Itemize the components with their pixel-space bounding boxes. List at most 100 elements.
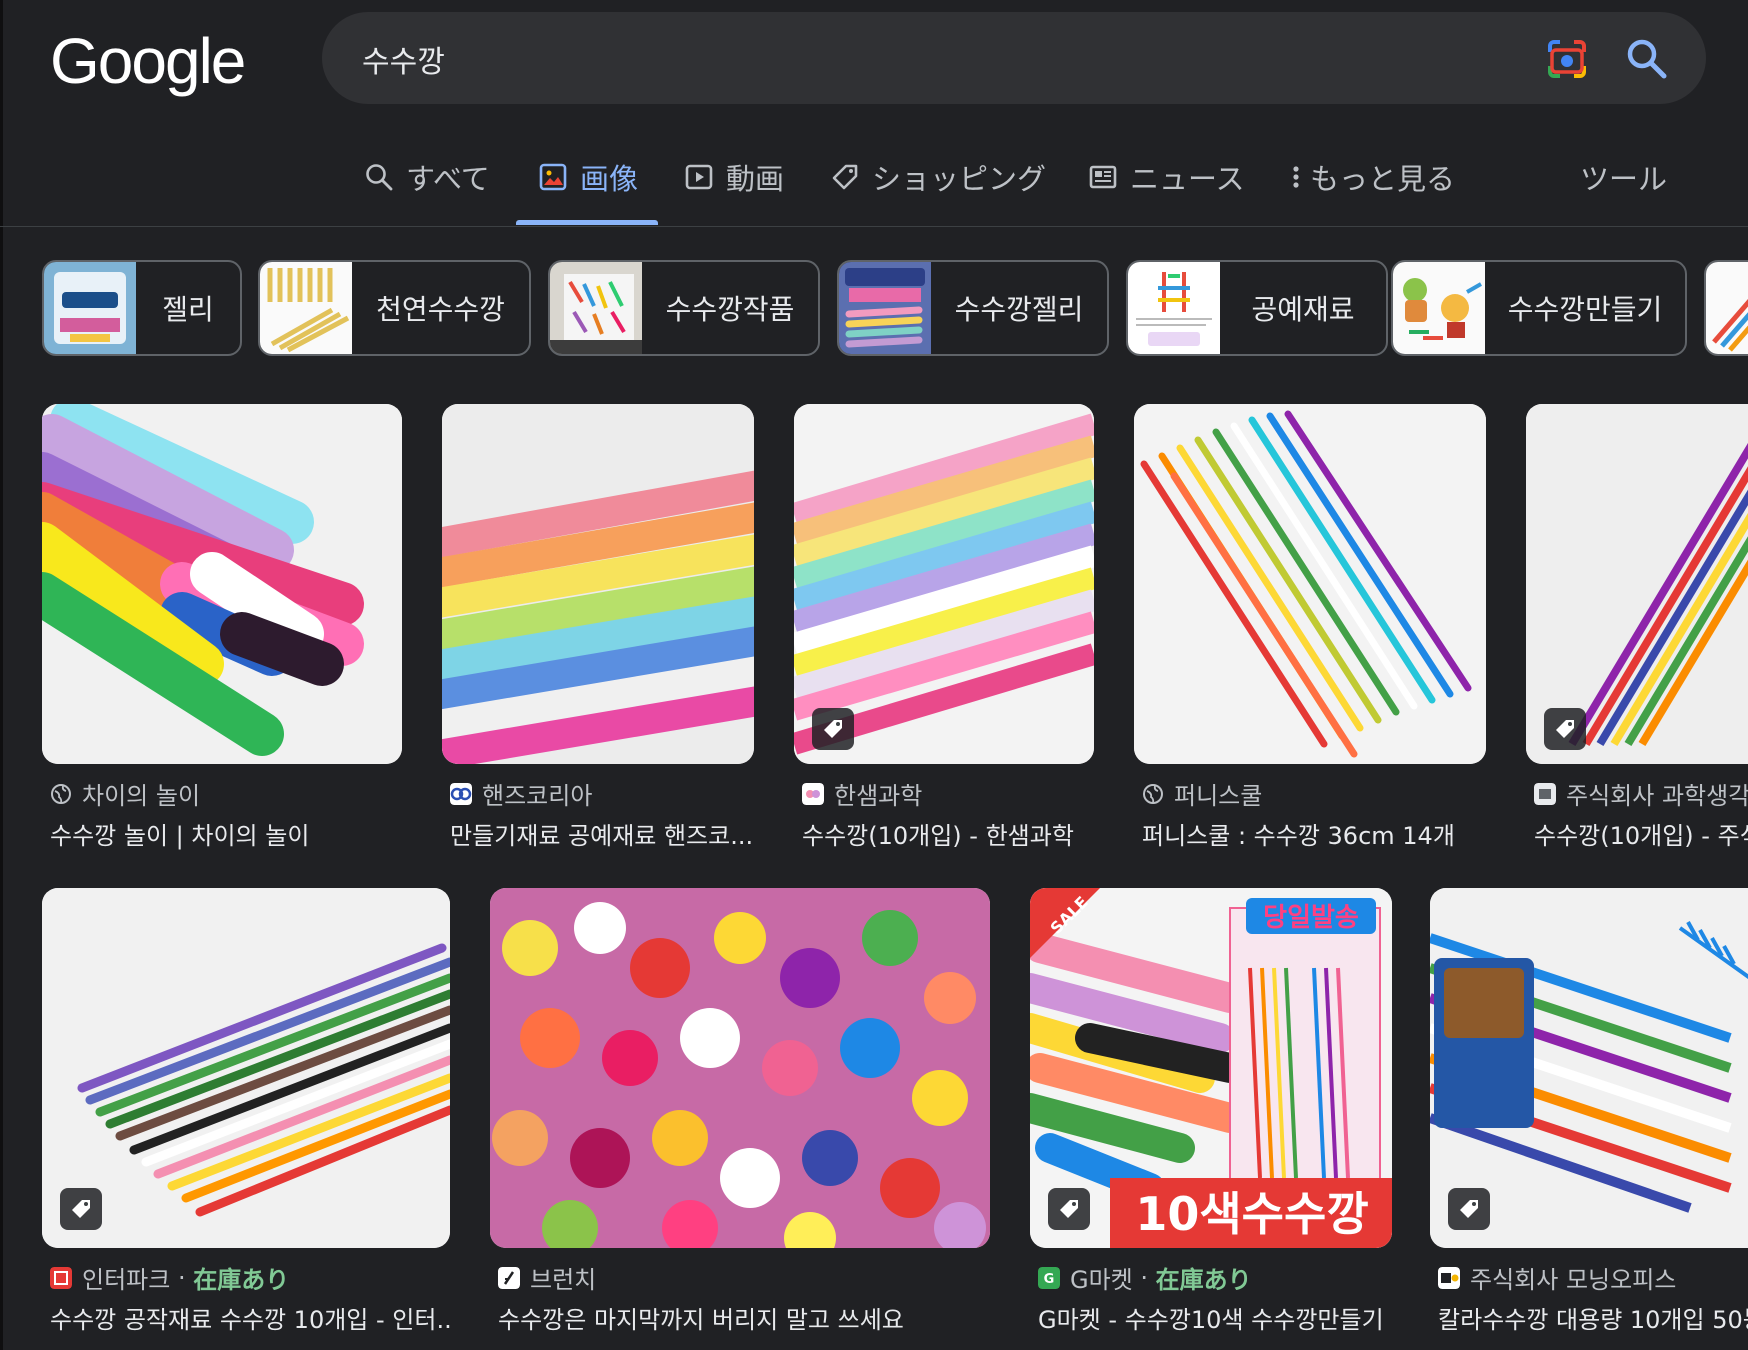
tab-news[interactable]: ニュース — [1088, 152, 1245, 202]
morning-office-icon — [1438, 1266, 1460, 1289]
shopping-tag-icon — [1448, 1188, 1490, 1230]
result-image[interactable] — [1134, 404, 1486, 764]
tab-label: ツール — [1580, 162, 1668, 196]
shopping-tag-icon — [1048, 1188, 1090, 1230]
tab-images[interactable]: 画像 — [538, 152, 638, 202]
result-source[interactable]: 주식회사 과학생각 — [1534, 776, 1748, 811]
globe-icon — [51, 783, 71, 804]
image-result[interactable]: 차이의 놀이 수수깡 놀이 | 차이의 놀이 — [42, 404, 402, 854]
result-source[interactable]: 브런치 — [498, 1260, 596, 1295]
more-vert-icon — [1293, 166, 1299, 188]
result-title[interactable]: 수수깡 놀이 | 차이의 놀이 — [50, 816, 405, 851]
chip-thumbnail — [839, 262, 931, 354]
result-title[interactable]: G마켓 - 수수깡10색 수수깡만들기 — [1038, 1300, 1400, 1335]
result-image[interactable] — [42, 404, 402, 764]
shopping-tag-icon — [812, 708, 854, 750]
result-title[interactable]: 만들기재료 공예재료 핸즈코... — [450, 816, 770, 851]
in-stock-badge: 在庫あり — [193, 1266, 290, 1294]
source-name: 주식회사 모닝오피스 — [1470, 1266, 1677, 1294]
image-result[interactable]: 주식회사 모닝오피스 칼라수수깡 대용량 10개입 50봉 — [1430, 888, 1748, 1338]
store-icon — [1534, 782, 1556, 805]
image-result[interactable]: 핸즈코리아 만들기재료 공예재료 핸즈코... — [442, 404, 754, 854]
result-source[interactable]: 한샘과학 — [802, 776, 922, 811]
result-image[interactable] — [490, 888, 990, 1248]
source-name: 주식회사 과학생각 — [1566, 782, 1748, 810]
result-title[interactable]: 수수깡(10개입) - 주식 — [1534, 816, 1748, 851]
google-lens-icon[interactable] — [1544, 36, 1590, 82]
chip-label: 공예재료 — [1251, 293, 1355, 326]
result-title[interactable]: 칼라수수깡 대용량 10개입 50봉 — [1438, 1300, 1748, 1335]
source-name: 핸즈코리아 — [482, 782, 593, 810]
image-result[interactable]: 당일발송 SALE 10색수수깡 G G마켓 · 在庫あり G마켓 - 수수깡1… — [1030, 888, 1392, 1338]
source-name: 브런치 — [530, 1266, 597, 1294]
chip-thumbnail — [260, 262, 352, 354]
news-icon — [1089, 165, 1117, 189]
chip-natural-susukkang[interactable]: 천연수수깡 — [258, 260, 531, 356]
chip-label: 천연수수깡 — [376, 293, 505, 326]
play-icon — [685, 164, 713, 190]
image-result[interactable]: 주식회사 과학생각 수수깡(10개입) - 주식 — [1526, 404, 1748, 854]
interpark-icon — [50, 1266, 72, 1289]
source-name: 인터파크 — [82, 1266, 171, 1294]
shopping-tag-icon — [1544, 708, 1586, 750]
tab-label: すべて — [406, 162, 490, 196]
search-input[interactable]: 수수깡 — [362, 37, 445, 81]
image-result[interactable]: 브런치 수수깡은 마지막까지 버리지 말고 쓰세요 — [490, 888, 990, 1338]
active-tab-indicator — [516, 220, 658, 225]
brunch-icon — [498, 1266, 520, 1289]
search-bar[interactable]: 수수깡 — [322, 12, 1706, 104]
svg-text:G: G — [1044, 1272, 1055, 1287]
result-source[interactable]: 퍼니스쿨 — [1142, 776, 1262, 811]
tab-label: 画像 — [580, 162, 639, 196]
hansaem-icon — [802, 782, 824, 805]
result-title[interactable]: 퍼니스쿨 : 수수깡 36cm 14개 — [1142, 816, 1492, 851]
tag-icon — [832, 164, 858, 190]
image-result[interactable]: 인터파크 · 在庫あり 수수깡 공작재료 수수깡 10개입 - 인터... — [42, 888, 450, 1338]
chip-thumbnail — [1128, 262, 1220, 354]
source-separator: · — [1132, 1263, 1156, 1292]
chip-thumbnail — [1393, 262, 1485, 354]
search-icon[interactable] — [1624, 36, 1668, 80]
package-heading: 당일발송 — [1263, 903, 1359, 933]
in-stock-badge: 在庫あり — [1155, 1266, 1252, 1294]
result-source[interactable]: 차이의 놀이 — [50, 776, 200, 811]
tab-all[interactable]: すべて — [364, 152, 490, 202]
tab-videos[interactable]: 動画 — [684, 152, 784, 202]
result-source[interactable]: G G마켓 · 在庫あり — [1038, 1260, 1252, 1295]
source-name: 한샘과학 — [834, 782, 923, 810]
chip-thumbnail — [44, 262, 136, 354]
tab-shopping[interactable]: ショッピング — [830, 152, 1046, 202]
result-title[interactable]: 수수깡 공작재료 수수깡 10개입 - 인터... — [50, 1300, 450, 1335]
tools-button[interactable]: ツール — [1580, 152, 1667, 202]
chip-thumbnail — [550, 262, 642, 354]
tab-more[interactable]: もっと見る — [1290, 152, 1455, 202]
result-source[interactable]: 핸즈코리아 — [450, 776, 592, 811]
chip-craft-material[interactable]: 공예재료 — [1126, 260, 1388, 356]
source-name: 퍼니스쿨 — [1174, 782, 1263, 810]
image-result[interactable]: 한샘과학 수수깡(10개입) - 한샘과학 — [794, 404, 1094, 854]
chip-next-partial[interactable] — [1704, 260, 1748, 356]
source-name: 차이의 놀이 — [82, 782, 201, 810]
result-source[interactable]: 주식회사 모닝오피스 — [1438, 1260, 1676, 1295]
chip-label: 젤리 — [162, 293, 214, 326]
result-image[interactable] — [442, 404, 754, 764]
result-title[interactable]: 수수깡은 마지막까지 버리지 말고 쓰세요 — [498, 1300, 998, 1335]
chip-jelly[interactable]: 젤리 — [42, 260, 242, 356]
chip-susukkang-jelly[interactable]: 수수깡젤리 — [837, 260, 1109, 356]
shopping-tag-icon — [60, 1188, 102, 1230]
image-result[interactable]: 퍼니스쿨 퍼니스쿨 : 수수깡 36cm 14개 — [1134, 404, 1486, 854]
tab-label: ショッピング — [872, 162, 1047, 196]
result-title[interactable]: 수수깡(10개입) - 한샘과학 — [802, 816, 1102, 851]
chip-susukkang-making[interactable]: 수수깡만들기 — [1391, 260, 1687, 356]
chip-label: 수수깡작품 — [665, 293, 795, 326]
source-name: G마켓 — [1070, 1266, 1133, 1294]
chip-susukkang-works[interactable]: 수수깡작품 — [548, 260, 820, 356]
result-image[interactable] — [42, 888, 450, 1248]
search-icon — [366, 164, 393, 191]
search-tabs: すべて 画像 動画 ショッピング ニュース もっと見る ツール — [0, 140, 1748, 226]
gmarket-icon: G — [1038, 1266, 1060, 1289]
source-separator: · — [170, 1263, 194, 1292]
tab-label: もっと見る — [1310, 162, 1456, 196]
result-source[interactable]: 인터파크 · 在庫あり — [50, 1260, 289, 1295]
google-logo[interactable]: Google — [50, 26, 246, 96]
